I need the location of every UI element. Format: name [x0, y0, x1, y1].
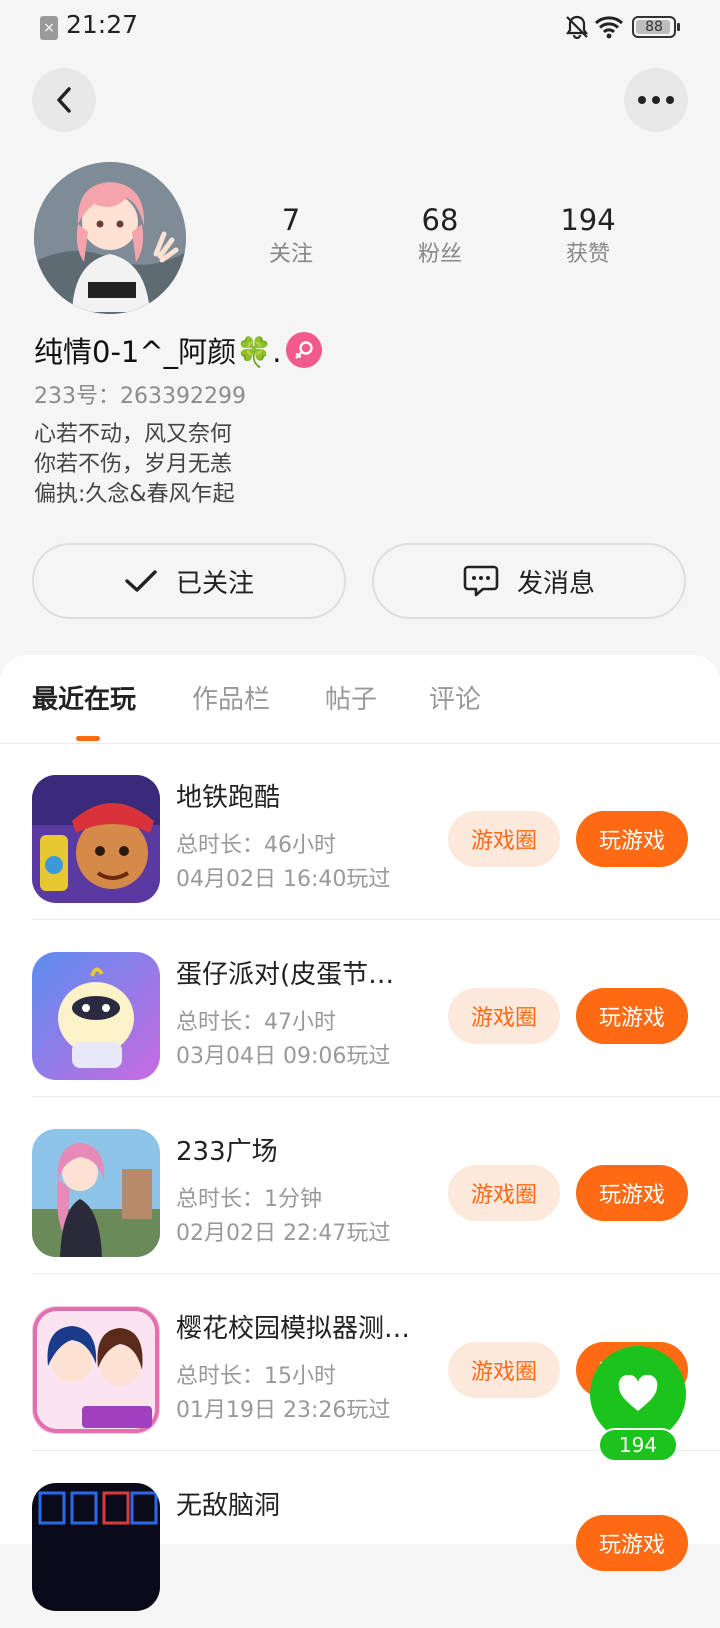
game-icon-233-plaza — [32, 1129, 160, 1257]
play-game-button[interactable]: 玩游戏 — [576, 1515, 688, 1571]
followed-label: 已关注 — [175, 568, 254, 599]
battery-icon: 88 — [632, 16, 680, 38]
followed-button[interactable]: 已关注 — [32, 543, 346, 619]
stat-value: 194 — [560, 203, 616, 237]
game-circle-button[interactable]: 游戏圈 — [448, 811, 560, 867]
no-sim-icon: × — [40, 16, 58, 40]
avatar-image — [34, 162, 186, 314]
bio-line: 你若不伤，岁月无恙 — [34, 452, 233, 477]
game-icon-subway-surfers — [32, 775, 160, 903]
stat-label: 关注 — [268, 242, 313, 267]
game-row[interactable]: 无敌脑洞 玩游戏 — [0, 1451, 720, 1628]
status-time: 21:27 — [66, 10, 139, 39]
game-title: 无敌脑洞 — [176, 1491, 281, 1521]
heart-icon — [618, 1375, 658, 1411]
game-playtime: 总时长：15小时 — [176, 1364, 336, 1389]
play-game-button[interactable]: 玩游戏 — [576, 811, 688, 867]
stat-value: 7 — [281, 203, 301, 237]
profile-tabs: 最近在玩 作品栏 帖子 评论 — [0, 655, 720, 744]
checkmark-icon — [125, 570, 157, 592]
wifi-icon — [594, 16, 624, 39]
send-message-label: 发消息 — [516, 568, 595, 599]
play-game-button[interactable]: 玩游戏 — [576, 1165, 688, 1221]
female-gender-icon — [285, 332, 322, 368]
stat-label: 获赞 — [565, 242, 610, 267]
game-playtime: 总时长：47小时 — [176, 1010, 336, 1035]
game-row[interactable]: 蛋仔派对(皮蛋节… 总时长：47小时 03月04日 09:06玩过 游戏圈 玩游… — [0, 920, 720, 1097]
bell-muted-icon — [565, 15, 589, 40]
user-id: 233号：263392299 — [34, 384, 246, 409]
bio: 心若不动，风又奈何 你若不伤，岁月无恙 偏执:久念&春风乍起 — [34, 420, 235, 510]
game-row[interactable]: 地铁跑酷 总时长：46小时 04月02日 16:40玩过 游戏圈 玩游戏 — [0, 743, 720, 920]
like-count: 194 — [598, 1428, 678, 1462]
game-playtime: 总时长：46小时 — [176, 833, 336, 858]
game-circle-button[interactable]: 游戏圈 — [448, 988, 560, 1044]
stat-label: 粉丝 — [417, 242, 462, 267]
battery-level: 88 — [645, 19, 663, 35]
game-last-played: 01月19日 23:26玩过 — [176, 1398, 391, 1423]
game-icon-eggy-party — [32, 952, 160, 1080]
nickname: 纯情0-1^_阿颜🍀. — [34, 335, 282, 369]
chevron-left-icon — [57, 87, 71, 113]
back-button[interactable] — [32, 68, 96, 132]
more-button[interactable] — [624, 68, 688, 132]
game-icon-sakura-school — [32, 1306, 160, 1434]
bio-line: 心若不动，风又奈何 — [34, 422, 233, 447]
game-last-played: 03月04日 09:06玩过 — [176, 1044, 391, 1069]
game-playtime: 总时长：1分钟 — [176, 1187, 322, 1212]
stat-value: 68 — [421, 203, 459, 237]
game-last-played: 04月02日 16:40玩过 — [176, 867, 391, 892]
play-game-button[interactable]: 玩游戏 — [576, 988, 688, 1044]
status-bar: × 21:27 88 — [0, 0, 720, 52]
game-circle-button[interactable]: 游戏圈 — [448, 1165, 560, 1221]
nickname-row: 纯情0-1^_阿颜🍀. — [34, 328, 322, 372]
tab-posts[interactable]: 帖子 — [325, 679, 377, 716]
game-title: 蛋仔派对(皮蛋节… — [176, 960, 395, 990]
game-row[interactable]: 233广场 总时长：1分钟 02月02日 22:47玩过 游戏圈 玩游戏 — [0, 1097, 720, 1274]
avatar[interactable] — [34, 162, 186, 314]
stat-likes[interactable]: 194 获赞 — [528, 200, 648, 270]
game-title: 地铁跑酷 — [176, 783, 281, 813]
game-title: 233广场 — [176, 1137, 278, 1167]
game-title: 樱花校园模拟器测… — [176, 1314, 411, 1344]
tab-indicator — [76, 736, 100, 741]
game-icon-brain-hole — [32, 1483, 160, 1611]
game-circle-button[interactable]: 游戏圈 — [448, 1342, 560, 1398]
stat-followers[interactable]: 68 粉丝 — [380, 200, 500, 270]
tab-recently-played[interactable]: 最近在玩 — [32, 679, 136, 716]
bio-line: 偏执:久念&春风乍起 — [34, 482, 235, 507]
more-dots-icon — [638, 96, 674, 104]
tab-works[interactable]: 作品栏 — [192, 679, 270, 716]
tab-comments[interactable]: 评论 — [429, 679, 481, 716]
stat-following[interactable]: 7 关注 — [231, 200, 351, 270]
game-last-played: 02月02日 22:47玩过 — [176, 1221, 391, 1246]
send-message-button[interactable]: 发消息 — [372, 543, 686, 619]
chat-bubble-icon — [463, 565, 499, 597]
